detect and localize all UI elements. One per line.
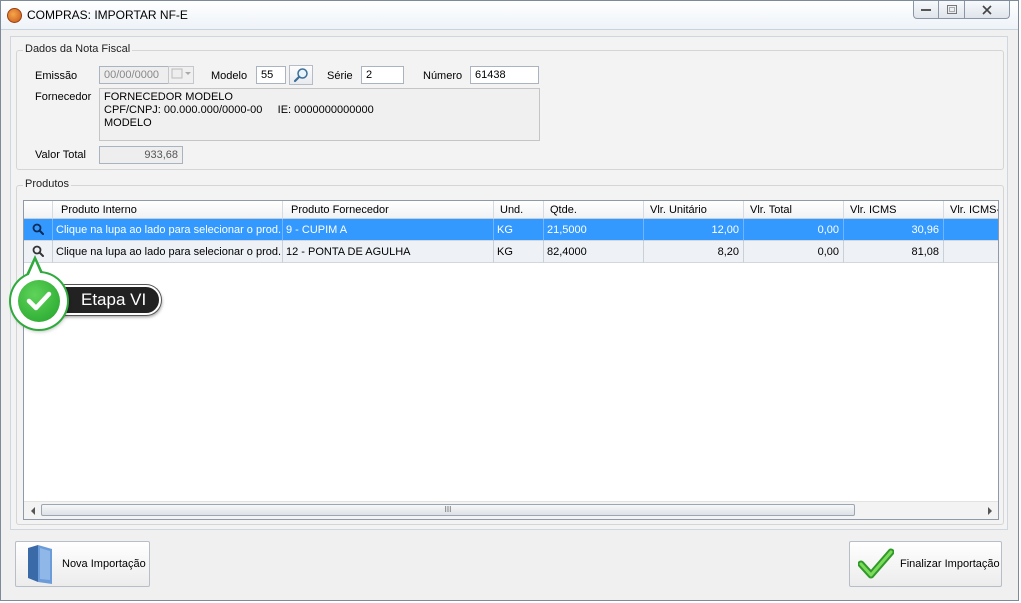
- close-button[interactable]: [965, 1, 1010, 19]
- cell-und: KG: [494, 241, 544, 263]
- scrollbar-thumb[interactable]: III: [41, 504, 855, 516]
- produtos-grid: Produto Interno Produto Fornecedor Und. …: [23, 200, 999, 520]
- cell-produto-interno: Clique na lupa ao lado para selecionar o…: [53, 219, 283, 241]
- date-picker-button[interactable]: [168, 66, 194, 84]
- cell-vlr-total: 0,00: [744, 241, 844, 263]
- arrow-right-icon: [987, 506, 992, 515]
- cell-qtde: 82,4000: [544, 241, 644, 263]
- cell-qtde: 21,5000: [544, 219, 644, 241]
- nova-importacao-button[interactable]: Nova Importação: [15, 541, 150, 587]
- cell-vlr-icms-st: [944, 241, 998, 263]
- cell-produto-fornecedor: 12 - PONTA DE AGULHA: [283, 241, 494, 263]
- window-title: COMPRAS: IMPORTAR NF-E: [27, 8, 188, 22]
- numero-field[interactable]: 61438: [470, 66, 539, 84]
- nota-fiscal-group: Dados da Nota Fiscal Emissão 00/00/0000 …: [16, 43, 1004, 170]
- col-und[interactable]: Und.: [494, 201, 544, 219]
- col-vlr-icms-st[interactable]: Vlr. ICMS-: [944, 201, 998, 219]
- cell-produto-interno: Clique na lupa ao lado para selecionar o…: [53, 241, 283, 263]
- app-icon: [7, 8, 22, 23]
- modelo-field[interactable]: 55: [256, 66, 286, 84]
- numero-label: Número: [423, 70, 463, 82]
- emissao-date-field[interactable]: 00/00/0000: [99, 66, 169, 84]
- maximize-button[interactable]: [939, 1, 965, 19]
- valor-total-field: 933,68: [99, 146, 183, 164]
- cell-vlr-icms: 81,08: [844, 241, 944, 263]
- checkmark-icon: [26, 291, 52, 311]
- callout-pointer-fill: [28, 261, 42, 277]
- cell-vlr-icms-st: [944, 219, 998, 241]
- grid-header-indicator: [24, 201, 53, 219]
- serie-label: Série: [327, 70, 353, 82]
- magnifier-icon: [293, 68, 308, 83]
- col-vlr-unitario[interactable]: Vlr. Unitário: [644, 201, 744, 219]
- cell-vlr-unitario: 12,00: [644, 219, 744, 241]
- col-produto-interno[interactable]: Produto Interno: [53, 201, 283, 219]
- fornecedor-city: MODELO: [104, 117, 152, 129]
- arrow-left-icon: [30, 506, 35, 515]
- nota-fiscal-legend: Dados da Nota Fiscal: [23, 43, 133, 55]
- cell-und: KG: [494, 219, 544, 241]
- maximize-icon: [946, 5, 957, 14]
- close-icon: [982, 4, 992, 15]
- step-check-badge: [11, 273, 67, 329]
- search-icon: [32, 223, 44, 235]
- window-controls: [913, 1, 1010, 20]
- produtos-legend: Produtos: [23, 178, 72, 190]
- finalizar-importacao-button[interactable]: Finalizar Importação: [849, 541, 1002, 587]
- checkmark-circle: [18, 280, 60, 322]
- row-select-product-button[interactable]: [24, 219, 53, 241]
- col-qtde[interactable]: Qtde.: [544, 201, 644, 219]
- minimize-icon: [921, 8, 931, 11]
- import-nfe-window: COMPRAS: IMPORTAR NF-E Dados da Nota Fis…: [0, 0, 1019, 601]
- serie-field[interactable]: 2: [361, 66, 404, 84]
- finalizar-importacao-label: Finalizar Importação: [900, 558, 1000, 570]
- fornecedor-memo: FORNECEDOR MODELO CPF/CNPJ: 00.000.000/0…: [99, 88, 540, 141]
- modelo-search-button[interactable]: [289, 65, 313, 85]
- step-callout-label: Etapa VI: [51, 285, 161, 315]
- step-callout: Etapa VI: [11, 255, 163, 329]
- cell-produto-fornecedor: 9 - CUPIM A: [283, 219, 494, 241]
- cell-vlr-unitario: 8,20: [644, 241, 744, 263]
- book-icon: [28, 545, 52, 584]
- emissao-label: Emissão: [35, 70, 78, 82]
- scroll-left-button[interactable]: [24, 502, 41, 519]
- valor-total-label: Valor Total: [35, 149, 86, 161]
- nova-importacao-label: Nova Importação: [62, 558, 146, 570]
- col-vlr-total[interactable]: Vlr. Total: [744, 201, 844, 219]
- fornecedor-label: Fornecedor: [35, 91, 92, 103]
- calendar-dropdown-icon: [171, 68, 191, 79]
- title-bar: COMPRAS: IMPORTAR NF-E: [1, 1, 1018, 30]
- cell-vlr-icms: 30,96: [844, 219, 944, 241]
- fornecedor-doc: CPF/CNPJ: 00.000.000/0000-00 IE: 0000000…: [104, 104, 374, 116]
- col-vlr-icms[interactable]: Vlr. ICMS: [844, 201, 944, 219]
- checkmark-icon: [858, 548, 894, 579]
- cell-vlr-total: 0,00: [744, 219, 844, 241]
- minimize-button[interactable]: [913, 1, 939, 19]
- modelo-label: Modelo: [211, 70, 248, 82]
- col-produto-fornecedor[interactable]: Produto Fornecedor: [283, 201, 494, 219]
- scroll-right-button[interactable]: [981, 502, 998, 519]
- horizontal-scrollbar[interactable]: III: [24, 501, 998, 519]
- fornecedor-name: FORNECEDOR MODELO: [104, 91, 233, 103]
